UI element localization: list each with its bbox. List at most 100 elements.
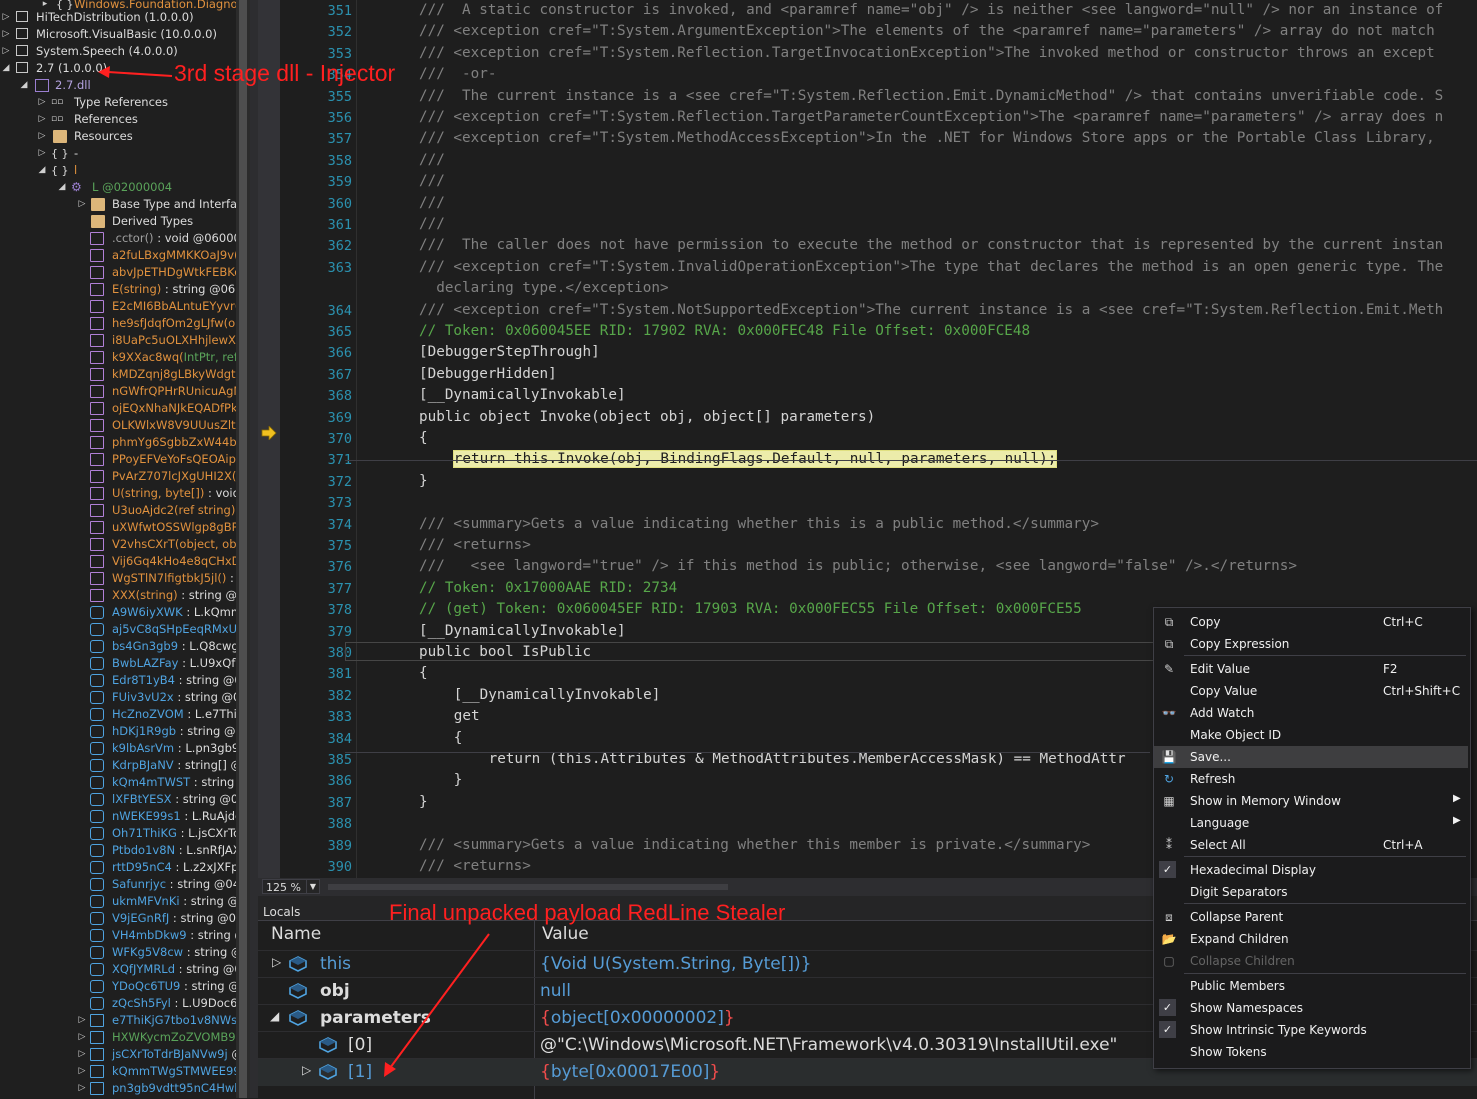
folder-icon xyxy=(91,215,105,228)
tree-member-signature: : string @040 xyxy=(177,690,236,704)
expand-arrow-icon[interactable]: ▷ xyxy=(37,128,47,145)
tree-member-name: Oh71ThiKG : L.jsCXrToT xyxy=(112,825,236,842)
horizontal-scrollbar-thumb[interactable] xyxy=(328,884,728,890)
locals-title: Locals xyxy=(263,905,301,919)
expand-arrow-icon[interactable]: ▷ xyxy=(77,1029,87,1046)
tree-scrollbar-thumb[interactable] xyxy=(239,0,247,1098)
menu-item-public-members[interactable]: Public Members xyxy=(1154,975,1468,997)
tree-member-name: PvArZ707lcJXgUHI2X(o xyxy=(112,469,236,483)
panel-splitter[interactable] xyxy=(250,0,258,1098)
column-header-value[interactable]: Value xyxy=(542,924,589,944)
menu-item-add-watch[interactable]: 👓 Add Watch xyxy=(1154,702,1468,724)
expand-arrow-icon[interactable]: ▷ xyxy=(37,94,47,111)
column-header-name[interactable]: Name xyxy=(271,924,321,944)
menu-item-edit-value[interactable]: ✎ Edit Value F2 xyxy=(1154,658,1468,680)
code-line: /// The current instance is a <see cref=… xyxy=(419,87,1444,104)
tree-member-signature: : string @040 xyxy=(169,877,236,891)
tree-member-name: WFKg5V8cw : string @0 xyxy=(112,944,236,961)
annotation-payload: Final unpacked payload RedLine Stealer xyxy=(389,900,786,925)
tree-member-signature: : string @0 xyxy=(183,894,236,908)
menu-item-label: Digit Separators xyxy=(1190,885,1288,899)
menu-item-copy-value[interactable]: Copy Value Ctrl+Shift+C xyxy=(1154,680,1468,702)
field-icon xyxy=(90,980,104,993)
byte-array-value: {byte[0x00017E00]} xyxy=(540,1062,721,1082)
line-number: 365 xyxy=(327,324,352,340)
collapse-arrow-icon[interactable]: ◢ xyxy=(19,77,29,94)
tree-member-signature: : string @06 xyxy=(181,588,236,602)
breakpoint-margin[interactable] xyxy=(258,0,280,878)
expand-arrow-icon[interactable]: ▷ xyxy=(1,9,11,26)
expand-arrow-icon[interactable]: ▷ xyxy=(37,145,47,162)
tree-member-name: BwbLAZFay : L.U9xQfYl xyxy=(112,655,236,672)
zoom-dropdown[interactable]: 125 % ▼ xyxy=(262,879,320,894)
menu-item-label: Show Intrinsic Type Keywords xyxy=(1190,1023,1367,1037)
expand-arrow-icon[interactable]: ▷ xyxy=(1,43,11,60)
tree-member-name: zQcSh5Fyl : L.U9Doc6u xyxy=(112,995,236,1012)
collapse-arrow-icon[interactable]: ◢ xyxy=(57,179,67,196)
line-number: 382 xyxy=(327,687,352,704)
expand-arrow-icon[interactable]: ▷ xyxy=(77,1012,87,1029)
menu-item-copy-expression[interactable]: ⧉ Copy Expression xyxy=(1154,633,1468,655)
menu-item-make-object-id[interactable]: Make Object ID xyxy=(1154,724,1468,746)
code-line: /// <summary>Gets a value indicating whe… xyxy=(419,515,1099,532)
collapse-arrow-icon[interactable]: ◢ xyxy=(37,162,47,179)
line-number: 389 xyxy=(327,837,352,854)
tree-member-signature: : string[] @ xyxy=(173,758,236,772)
menu-item-show-namespaces[interactable]: ✓ Show Namespaces xyxy=(1154,997,1468,1019)
menu-item-language[interactable]: Language ▶ xyxy=(1154,812,1468,834)
expand-arrow-icon[interactable]: ▷ xyxy=(77,1063,87,1080)
menu-item-hexadecimal-display[interactable]: ✓ Hexadecimal Display xyxy=(1154,859,1468,881)
code-line: /// A static constructor is invoked, and… xyxy=(419,2,1444,18)
menu-item-digit-separators[interactable]: Digit Separators xyxy=(1154,881,1468,903)
expand-arrow-icon[interactable]: ▷ xyxy=(302,1063,311,1077)
menu-item-label: Public Members xyxy=(1190,979,1285,993)
expand-arrow-icon[interactable]: ▷ xyxy=(37,111,47,128)
code-line: [__DynamicallyInvokable] xyxy=(419,622,626,639)
line-number: 364 xyxy=(327,302,352,319)
tree-member-name: Safunrjyc : string @040 xyxy=(112,876,236,893)
menu-item-show-intrinsic-type-keywords[interactable]: ✓ Show Intrinsic Type Keywords xyxy=(1154,1019,1468,1041)
field-icon xyxy=(90,963,104,976)
tree-member-name: nWEKE99s1 : L.RuAjdcV xyxy=(112,808,236,825)
menu-item-select-all[interactable]: ⁑ Select All Ctrl+A xyxy=(1154,834,1468,856)
chevron-down-icon[interactable]: ▼ xyxy=(306,880,319,893)
menu-item-show-in-memory-window[interactable]: ▦ Show in Memory Window ▶ xyxy=(1154,790,1468,812)
menu-item-collapse-children[interactable]: ▢ Collapse Children xyxy=(1154,950,1468,972)
menu-item-label: Save... xyxy=(1190,750,1231,764)
expand-arrow-icon[interactable]: ▷ xyxy=(1,26,11,43)
menu-item-show-tokens[interactable]: Show Tokens xyxy=(1154,1041,1468,1063)
method-icon xyxy=(90,300,104,313)
line-number: 380 xyxy=(327,645,352,661)
menu-item-refresh[interactable]: ↻ Refresh xyxy=(1154,768,1468,790)
menu-item-expand-children[interactable]: 📂 Expand Children xyxy=(1154,928,1468,950)
expand-arrow-icon[interactable]: ▷ xyxy=(77,1046,87,1063)
collapse-arrow-icon[interactable]: ◢ xyxy=(270,1009,279,1023)
tree-member-name: rttD95nC4 : L.z2xJXFptY xyxy=(112,859,236,876)
code-line: public object Invoke(object obj, object[… xyxy=(419,408,876,425)
field-icon xyxy=(90,623,104,636)
tree-member-signature: : L.jsCXrToT xyxy=(180,826,236,840)
menu-item-collapse-parent[interactable]: ⧈ Collapse Parent xyxy=(1154,906,1468,928)
caret-line-box xyxy=(345,642,1155,661)
tree-scrollbar[interactable] xyxy=(236,0,250,1098)
parameters-value: {object[0x00000002]} xyxy=(540,1008,735,1028)
class-icon: ⚙ xyxy=(71,180,82,194)
code-line: /// xyxy=(419,194,445,211)
method-icon xyxy=(90,419,104,432)
method-icon xyxy=(90,402,104,415)
line-number: 377 xyxy=(327,580,352,597)
assembly-explorer-tree: ▸ { } Windows.Foundation.Diagnos ▷ HiTec… xyxy=(0,0,236,1098)
local-variable-icon xyxy=(289,1010,307,1026)
method-icon xyxy=(90,266,104,279)
menu-separator xyxy=(1184,973,1466,974)
tree-member-signature: : L.Q8cwgD xyxy=(181,639,236,653)
expand-arrow-icon[interactable]: ▷ xyxy=(77,1080,87,1097)
tree-member-name: he9sfJdqfOm2gLJfw(o xyxy=(112,316,236,330)
menu-item-copy[interactable]: ⧉ Copy Ctrl+C xyxy=(1154,611,1468,633)
menu-item-save[interactable]: 💾 Save... xyxy=(1154,746,1468,768)
expand-arrow-icon[interactable]: ▷ xyxy=(77,196,87,213)
menu-item-label: Show in Memory Window xyxy=(1190,794,1341,808)
expand-arrow-icon[interactable]: ▷ xyxy=(272,955,281,969)
line-number: 360 xyxy=(327,195,352,212)
collapse-arrow-icon[interactable]: ◢ xyxy=(1,60,11,77)
